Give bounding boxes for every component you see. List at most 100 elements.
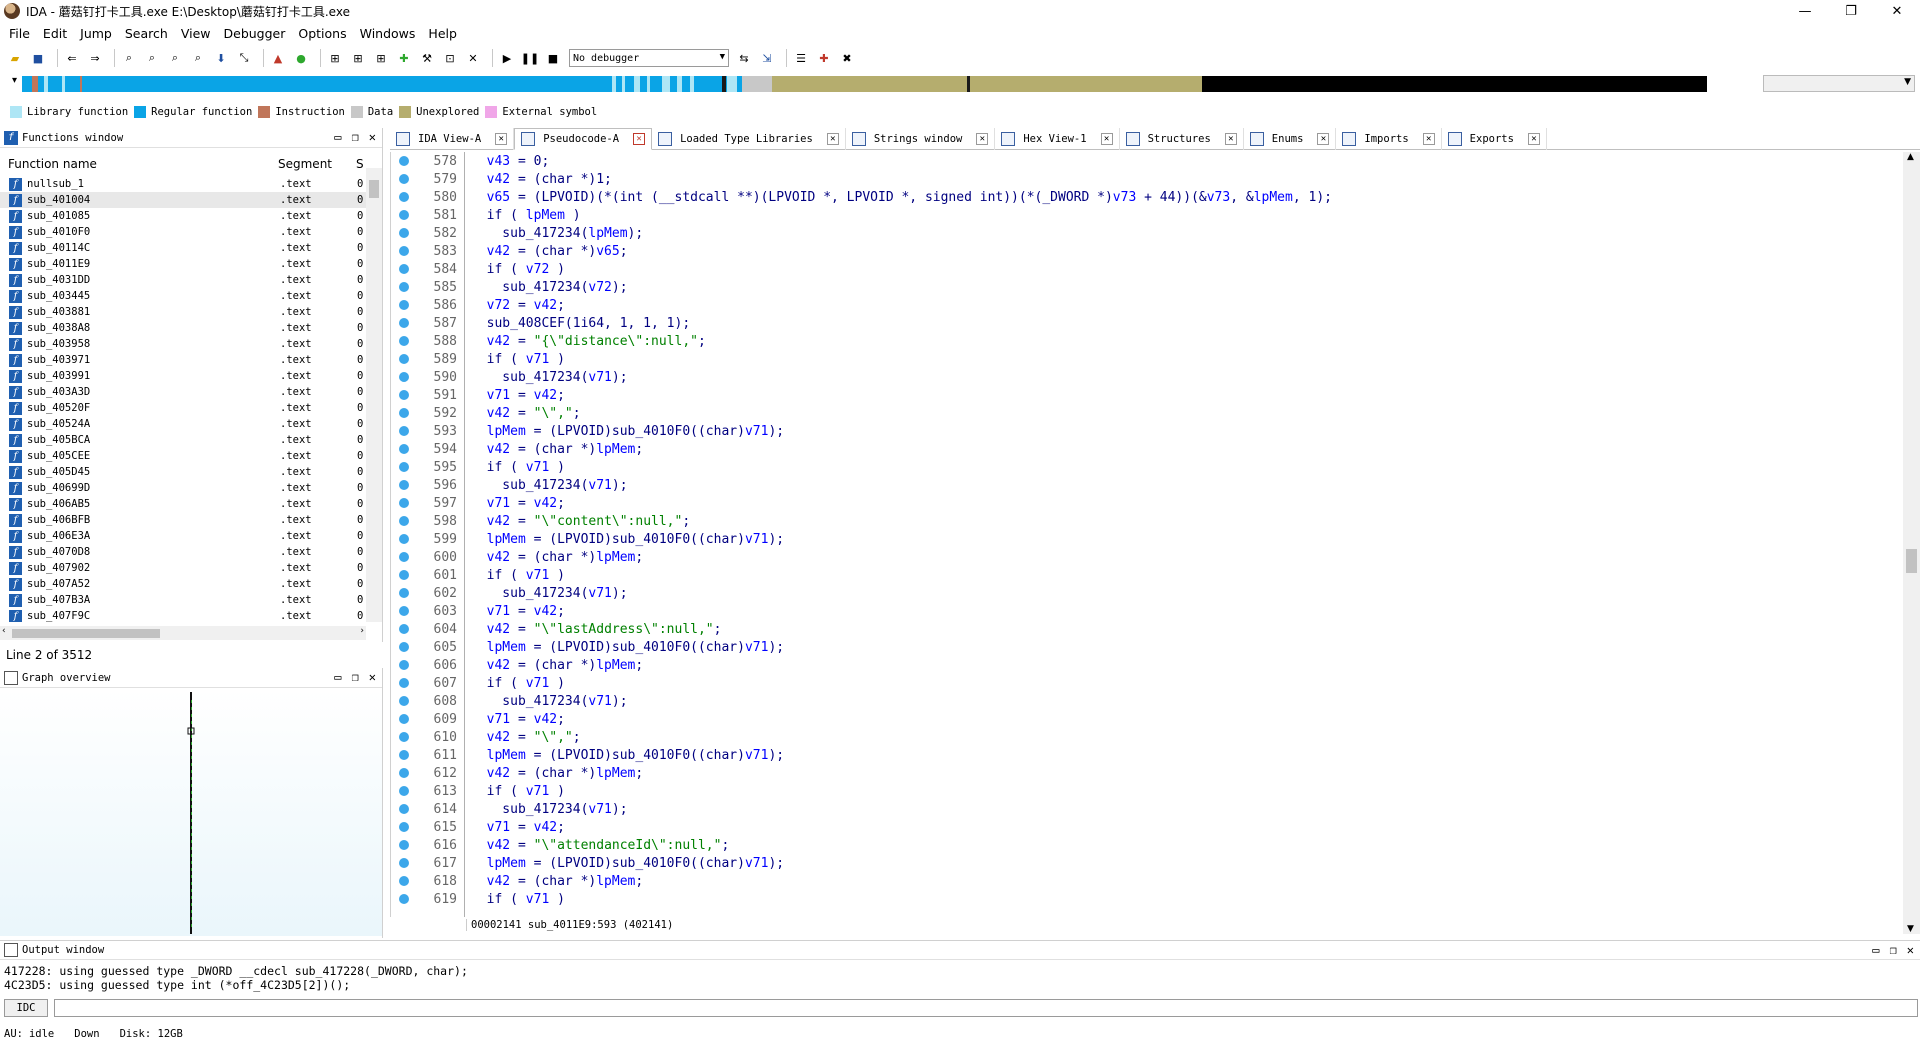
breakpoint-dot-icon[interactable]	[399, 804, 409, 814]
function-row[interactable]: f nullsub_1 .text 0	[0, 176, 366, 192]
scroll-thumb[interactable]	[1906, 549, 1917, 573]
tab-loaded-type-libraries[interactable]: Loaded Type Libraries ✕	[652, 128, 846, 150]
breakpoint-dot-icon[interactable]	[399, 498, 409, 508]
tool-e-icon[interactable]: ⚒	[418, 49, 436, 67]
code-line[interactable]: 593 lpMem = (LPVOID)sub_4010F0((char)v71…	[391, 422, 1904, 440]
restore-pane-icon[interactable]: ▭	[1872, 943, 1879, 957]
function-row[interactable]: f sub_4031DD .text 0	[0, 272, 366, 288]
code-line[interactable]: 596 sub_417234(v71);	[391, 476, 1904, 494]
breakpoint-dot-icon[interactable]	[399, 264, 409, 274]
tool-d-icon[interactable]: ✚	[395, 49, 413, 67]
close-window-button[interactable]: ✕	[1874, 0, 1920, 22]
menu-edit[interactable]: Edit	[38, 26, 75, 41]
function-row[interactable]: f sub_406E3A .text 0	[0, 528, 366, 544]
code-line[interactable]: 583 v42 = (char *)v65;	[391, 242, 1904, 260]
code-line[interactable]: 608 sub_417234(v71);	[391, 692, 1904, 710]
maximize-button[interactable]: ❐	[1828, 0, 1874, 22]
chevron-down-icon[interactable]: ▼	[1907, 924, 1914, 934]
code-line[interactable]: 605 lpMem = (LPVOID)sub_4010F0((char)v71…	[391, 638, 1904, 656]
function-row[interactable]: f sub_40114C .text 0	[0, 240, 366, 256]
close-icon[interactable]: ✕	[826, 133, 839, 145]
float-pane-icon[interactable]: ❐	[352, 130, 359, 144]
breakpoint-dot-icon[interactable]	[399, 624, 409, 634]
close-icon[interactable]: ✕	[1224, 133, 1237, 145]
code-line[interactable]: 601 if ( v71 )	[391, 566, 1904, 584]
float-pane-icon[interactable]: ❐	[1890, 943, 1897, 957]
tool-c-icon[interactable]: ⊞	[372, 49, 390, 67]
function-row[interactable]: f sub_403881 .text 0	[0, 304, 366, 320]
function-row[interactable]: f sub_406BFB .text 0	[0, 512, 366, 528]
graph-overview-canvas[interactable]	[0, 690, 382, 936]
function-row[interactable]: f sub_403445 .text 0	[0, 288, 366, 304]
forward-arrow-icon[interactable]: ⇒	[86, 49, 104, 67]
search-immediate-icon[interactable]: ⌕	[166, 49, 184, 67]
code-line[interactable]: 599 lpMem = (LPVOID)sub_4010F0((char)v71…	[391, 530, 1904, 548]
breakpoint-dot-icon[interactable]	[399, 228, 409, 238]
tab-imports[interactable]: Imports ✕	[1336, 128, 1442, 150]
code-line[interactable]: 589 if ( v71 )	[391, 350, 1904, 368]
breakpoint-dot-icon[interactable]	[399, 732, 409, 742]
function-row[interactable]: f sub_407902 .text 0	[0, 560, 366, 576]
function-row[interactable]: f sub_405CEE .text 0	[0, 448, 366, 464]
tool-f-icon[interactable]: ⊡	[441, 49, 459, 67]
code-line[interactable]: 612 v42 = (char *)lpMem;	[391, 764, 1904, 782]
code-line[interactable]: 611 lpMem = (LPVOID)sub_4010F0((char)v71…	[391, 746, 1904, 764]
code-line[interactable]: 606 v42 = (char *)lpMem;	[391, 656, 1904, 674]
close-pane-icon[interactable]: ✕	[369, 130, 376, 144]
code-line[interactable]: 616 v42 = "\"attendanceId\":null,";	[391, 836, 1904, 854]
function-row[interactable]: f sub_4010F0 .text 0	[0, 224, 366, 240]
code-line[interactable]: 613 if ( v71 )	[391, 782, 1904, 800]
function-row[interactable]: f sub_4011E9 .text 0	[0, 256, 366, 272]
breakpoint-dot-icon[interactable]	[399, 210, 409, 220]
breakpoints-icon[interactable]: ☰	[792, 49, 810, 67]
code-line[interactable]: 591 v71 = v42;	[391, 386, 1904, 404]
breakpoint-dot-icon[interactable]	[399, 714, 409, 724]
function-row[interactable]: f sub_407B3A .text 0	[0, 592, 366, 608]
code-line[interactable]: 579 v42 = (char *)1;	[391, 170, 1904, 188]
tab-enums[interactable]: Enums ✕	[1244, 128, 1337, 150]
code-line[interactable]: 588 v42 = "{\"distance\":null,";	[391, 332, 1904, 350]
add-breakpoint-icon[interactable]: ✚	[815, 49, 833, 67]
code-line[interactable]: 594 v42 = (char *)lpMem;	[391, 440, 1904, 458]
breakpoint-dot-icon[interactable]	[399, 282, 409, 292]
function-row[interactable]: f sub_407A52 .text 0	[0, 576, 366, 592]
code-line[interactable]: 584 if ( v72 )	[391, 260, 1904, 278]
function-row[interactable]: f sub_40699D .text 0	[0, 480, 366, 496]
attach-icon[interactable]: ⇆	[735, 49, 753, 67]
breakpoint-dot-icon[interactable]	[399, 156, 409, 166]
code-line[interactable]: 617 lpMem = (LPVOID)sub_4010F0((char)v71…	[391, 854, 1904, 872]
code-line[interactable]: 619 if ( v71 )	[391, 890, 1904, 908]
menu-search[interactable]: Search	[120, 26, 176, 41]
breakpoint-dot-icon[interactable]	[399, 444, 409, 454]
breakpoint-dot-icon[interactable]	[399, 372, 409, 382]
delete-breakpoint-icon[interactable]: ✖	[838, 49, 856, 67]
breakpoint-dot-icon[interactable]	[399, 552, 409, 562]
scroll-thumb[interactable]	[369, 180, 379, 198]
idc-language-button[interactable]: IDC	[4, 999, 48, 1017]
breakpoint-dot-icon[interactable]	[399, 246, 409, 256]
breakpoint-dot-icon[interactable]	[399, 858, 409, 868]
code-line[interactable]: 618 v42 = (char *)lpMem;	[391, 872, 1904, 890]
breakpoint-dot-icon[interactable]	[399, 786, 409, 796]
jump-down-icon[interactable]: ⬇	[212, 49, 230, 67]
open-folder-icon[interactable]: ▰	[6, 49, 24, 67]
breakpoint-dot-icon[interactable]	[399, 336, 409, 346]
breakpoint-dot-icon[interactable]	[399, 678, 409, 688]
pause-icon[interactable]: ❚❚	[521, 49, 539, 67]
code-line[interactable]: 610 v42 = "\",";	[391, 728, 1904, 746]
function-row[interactable]: f sub_407F9C .text 0	[0, 608, 366, 622]
pseudocode-view[interactable]: 578 v43 = 0; 579 v42 = (char *)1; 580 v65 …	[390, 152, 1904, 931]
breakpoint-dot-icon[interactable]	[399, 570, 409, 580]
code-line[interactable]: 604 v42 = "\"lastAddress\":null,";	[391, 620, 1904, 638]
functions-horizontal-scrollbar[interactable]: ‹ ›	[0, 626, 366, 640]
code-line[interactable]: 581 if ( lpMem )	[391, 206, 1904, 224]
breakpoint-dot-icon[interactable]	[399, 462, 409, 472]
menu-windows[interactable]: Windows	[355, 26, 424, 41]
stop-icon[interactable]: ■	[544, 49, 562, 67]
close-icon[interactable]: ✕	[633, 133, 646, 145]
code-line[interactable]: 592 v42 = "\",";	[391, 404, 1904, 422]
function-row[interactable]: f sub_40524A .text 0	[0, 416, 366, 432]
breakpoint-dot-icon[interactable]	[399, 750, 409, 760]
close-pane-icon[interactable]: ✕	[369, 670, 376, 684]
code-line[interactable]: 595 if ( v71 )	[391, 458, 1904, 476]
